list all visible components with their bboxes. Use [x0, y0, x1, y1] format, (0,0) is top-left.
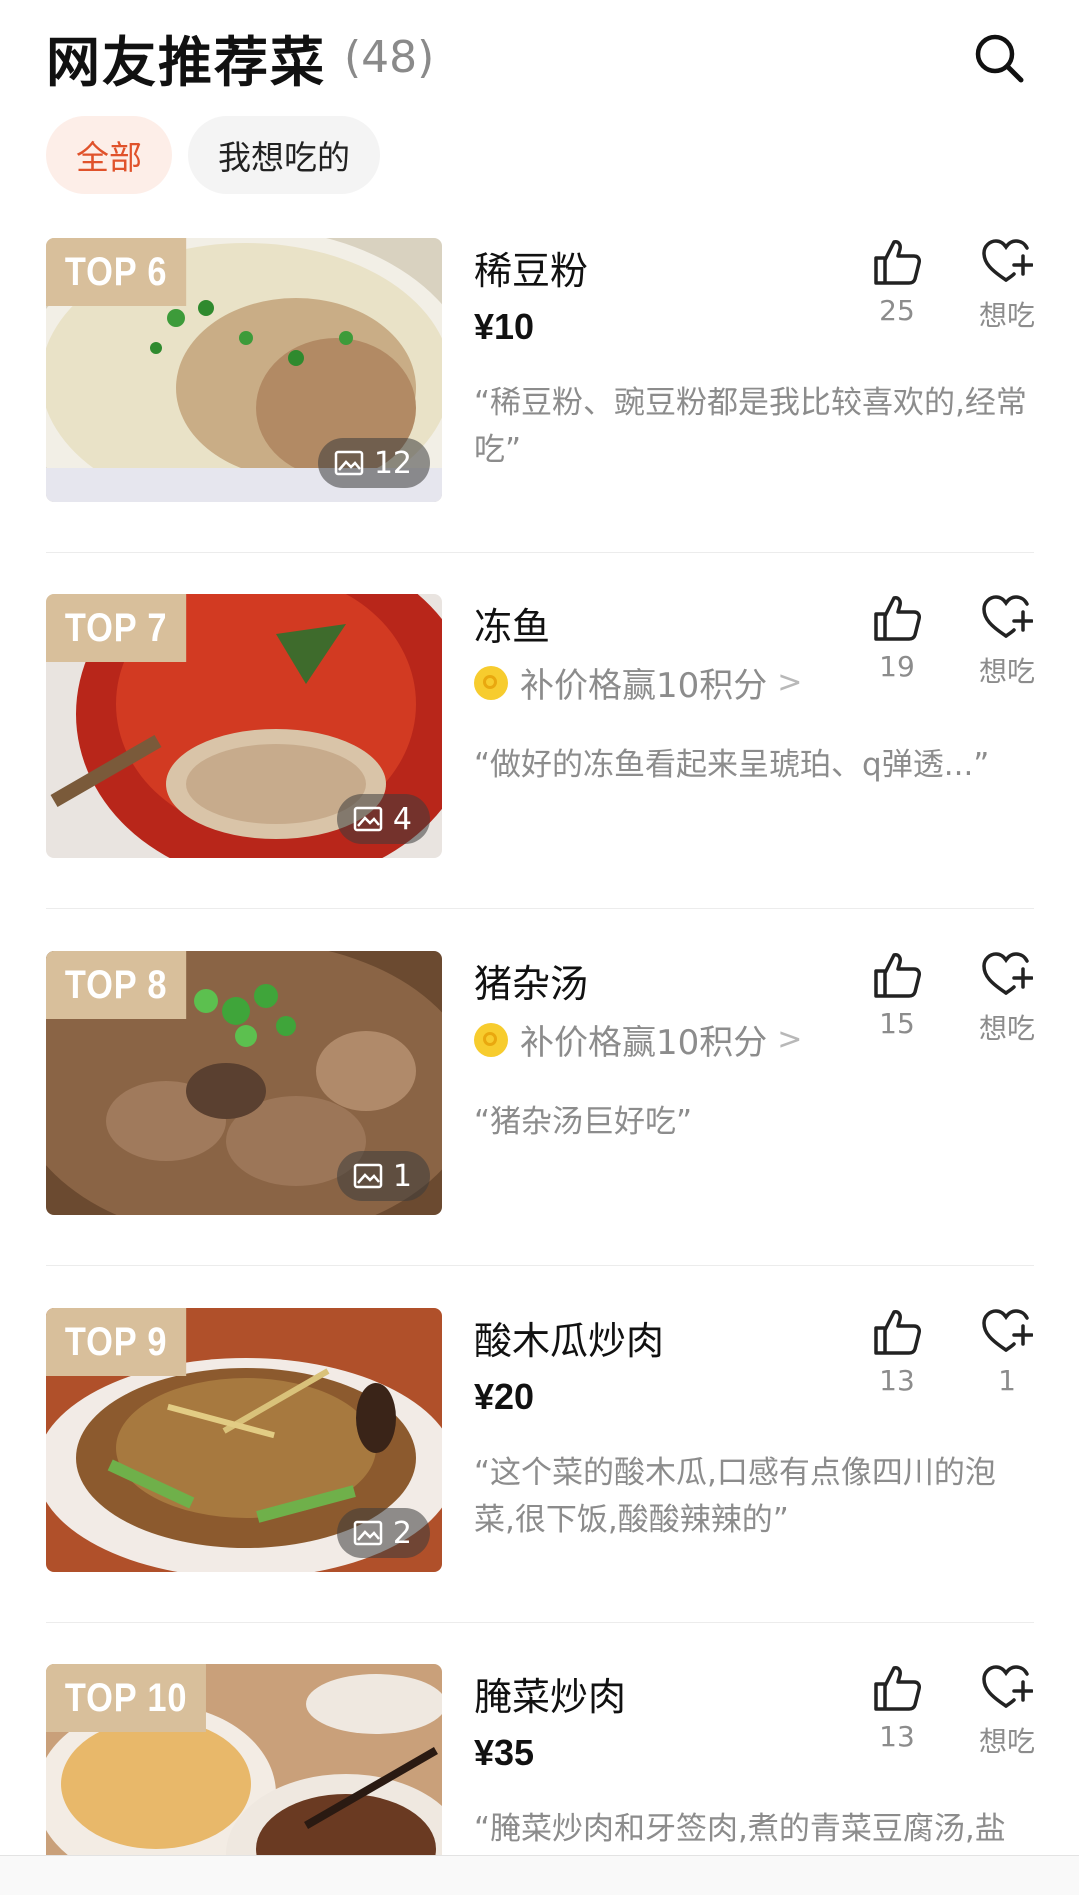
dish-info: 猪杂汤 补价格赢10积分 > “猪杂汤巨好吃” 15 想吃	[474, 951, 1035, 1215]
like-button[interactable]: 25	[852, 238, 942, 327]
dish-price: ¥10	[474, 306, 535, 347]
like-button[interactable]: 13	[852, 1664, 942, 1753]
image-icon	[353, 806, 383, 832]
want-to-eat-label: 想吃	[978, 1012, 1035, 1045]
dish-list-item[interactable]: TOP 7 4 冻鱼 补价格赢10积分 > “做好的冻鱼看起来呈琥珀、q弹透..…	[46, 594, 1035, 858]
dish-list-item[interactable]: TOP 6 12 稀豆粉 ¥10 “稀豆粉、豌豆粉都是我比较喜欢的,经常吃” 2…	[46, 238, 1035, 502]
like-count: 15	[879, 1007, 915, 1040]
dish-review-quote: “猪杂汤巨好吃”	[474, 1104, 693, 1140]
dish-price: ¥35	[474, 1732, 535, 1773]
page-header: 网友推荐菜 (48)	[46, 22, 1039, 94]
dish-name[interactable]: 冻鱼	[474, 596, 550, 651]
recommendation-count: (48)	[344, 31, 435, 83]
coin-icon	[474, 665, 508, 700]
photo-count: 1	[392, 1158, 412, 1194]
thumbs-up-icon	[874, 1310, 921, 1355]
like-button[interactable]: 13	[852, 1308, 942, 1397]
photo-count-badge[interactable]: 12	[317, 438, 430, 488]
dish-list-item[interactable]: TOP 9 2 酸木瓜炒肉 ¥20 “这个菜的酸木瓜,口感有点像四川的泡菜,很下…	[46, 1308, 1034, 1572]
like-button[interactable]: 15	[852, 951, 942, 1040]
dish-info: 稀豆粉 ¥10 “稀豆粉、豌豆粉都是我比较喜欢的,经常吃” 25 想吃	[474, 238, 1035, 502]
search-button[interactable]	[969, 28, 1029, 88]
thumbs-up-icon	[874, 596, 921, 641]
page: 网友推荐菜 (48) 全部 我想吃的 TOP 6 12 稀豆粉 ¥10 “稀豆粉…	[0, 0, 1079, 1895]
dish-info: 酸木瓜炒肉 ¥20 “这个菜的酸木瓜,口感有点像四川的泡菜,很下饭,酸酸辣辣的”…	[474, 1308, 1034, 1572]
reward-text: 补价格赢10积分	[520, 1023, 768, 1063]
divider	[46, 1265, 1034, 1266]
want-to-eat-button[interactable]: 想吃	[962, 594, 1052, 690]
dish-photo[interactable]: TOP 7 4	[46, 594, 442, 858]
dish-photo[interactable]: TOP 6 12	[46, 238, 442, 502]
thumbs-up-icon	[874, 1666, 921, 1711]
image-icon	[353, 1520, 383, 1546]
dish-photo[interactable]: TOP 9 2	[46, 1308, 442, 1572]
dish-name[interactable]: 猪杂汤	[474, 953, 588, 1008]
divider	[46, 908, 1034, 909]
add-price-reward-link[interactable]: 补价格赢10积分 >	[474, 658, 802, 707]
photo-count: 2	[392, 1515, 412, 1551]
want-to-eat-button[interactable]: 想吃	[962, 1664, 1034, 1760]
like-count: 25	[879, 294, 915, 327]
thumbs-up-icon	[874, 953, 921, 998]
rank-badge: TOP 6	[46, 238, 187, 306]
heart-plus-icon	[982, 239, 1033, 282]
dish-review-quote: “稀豆粉、豌豆粉都是我比较喜欢的,经常吃”	[474, 385, 1027, 468]
like-count: 13	[879, 1720, 915, 1753]
dish-review-quote: “这个菜的酸木瓜,口感有点像四川的泡菜,很下饭,酸酸辣辣的”	[474, 1455, 996, 1538]
reward-text: 补价格赢10积分	[520, 666, 768, 706]
filter-all-chip[interactable]: 全部	[46, 116, 172, 194]
dish-info: 冻鱼 补价格赢10积分 > “做好的冻鱼看起来呈琥珀、q弹透...” 19 想吃	[474, 594, 1035, 858]
rank-badge: TOP 7	[46, 594, 187, 662]
dish-name[interactable]: 稀豆粉	[474, 240, 588, 295]
dish-review-quote: “腌菜炒肉和牙签肉,煮的青菜豆腐汤,盐	[474, 1811, 1006, 1847]
thumbs-up-icon	[874, 240, 921, 285]
search-icon	[975, 34, 1024, 83]
dish-photo[interactable]: TOP 8 1	[46, 951, 442, 1215]
heart-plus-icon	[982, 952, 1033, 995]
heart-plus-icon	[982, 1309, 1033, 1352]
rank-badge: TOP 9	[46, 1308, 187, 1376]
coin-icon	[474, 1022, 508, 1057]
rank-badge: TOP 10	[46, 1664, 207, 1732]
want-to-eat-count: 1	[998, 1364, 1016, 1397]
want-to-eat-button[interactable]: 1	[962, 1308, 1052, 1397]
divider	[46, 1622, 1034, 1623]
want-to-eat-label: 想吃	[978, 1725, 1034, 1758]
like-count: 13	[879, 1364, 915, 1397]
photo-count: 12	[373, 445, 412, 481]
filter-chips: 全部 我想吃的	[46, 116, 380, 194]
photo-count-badge[interactable]: 2	[336, 1508, 430, 1558]
dish-photo[interactable]: TOP 10	[46, 1664, 442, 1855]
image-icon	[353, 1163, 383, 1189]
dish-price: ¥20	[474, 1376, 535, 1417]
heart-plus-icon	[982, 595, 1033, 638]
heart-plus-icon	[982, 1665, 1033, 1708]
bottom-bar	[0, 1855, 1079, 1895]
like-count: 19	[879, 650, 915, 683]
want-to-eat-label: 想吃	[978, 655, 1035, 688]
page-title: 网友推荐菜	[46, 30, 326, 94]
image-icon	[334, 450, 364, 476]
add-price-reward-link[interactable]: 补价格赢10积分 >	[474, 1015, 802, 1064]
chevron-right-icon: >	[777, 1022, 803, 1057]
photo-count-badge[interactable]: 1	[336, 1151, 430, 1201]
photo-count-badge[interactable]: 4	[336, 794, 430, 844]
rank-badge: TOP 8	[46, 951, 187, 1019]
dish-review-quote: “做好的冻鱼看起来呈琥珀、q弹透...”	[474, 747, 990, 783]
dish-name[interactable]: 腌菜炒肉	[474, 1666, 626, 1721]
dish-list-item[interactable]: TOP 8 1 猪杂汤 补价格赢10积分 > “猪杂汤巨好吃” 15 想吃	[46, 951, 1035, 1215]
dish-info: 腌菜炒肉 ¥35 “腌菜炒肉和牙签肉,煮的青菜豆腐汤,盐 13 想吃	[474, 1664, 1034, 1855]
dish-name[interactable]: 酸木瓜炒肉	[474, 1310, 664, 1365]
like-button[interactable]: 19	[852, 594, 942, 683]
filter-want-to-eat-chip[interactable]: 我想吃的	[188, 116, 380, 194]
want-to-eat-label: 想吃	[978, 299, 1035, 332]
want-to-eat-button[interactable]: 想吃	[962, 238, 1052, 334]
chevron-right-icon: >	[777, 665, 803, 700]
dish-list-item[interactable]: TOP 10 腌菜炒肉 ¥35 “腌菜炒肉和牙签肉,煮的青菜豆腐汤,盐 13 想…	[46, 1664, 1034, 1855]
want-to-eat-button[interactable]: 想吃	[962, 951, 1052, 1047]
photo-count: 4	[392, 801, 412, 837]
divider	[46, 552, 1034, 553]
